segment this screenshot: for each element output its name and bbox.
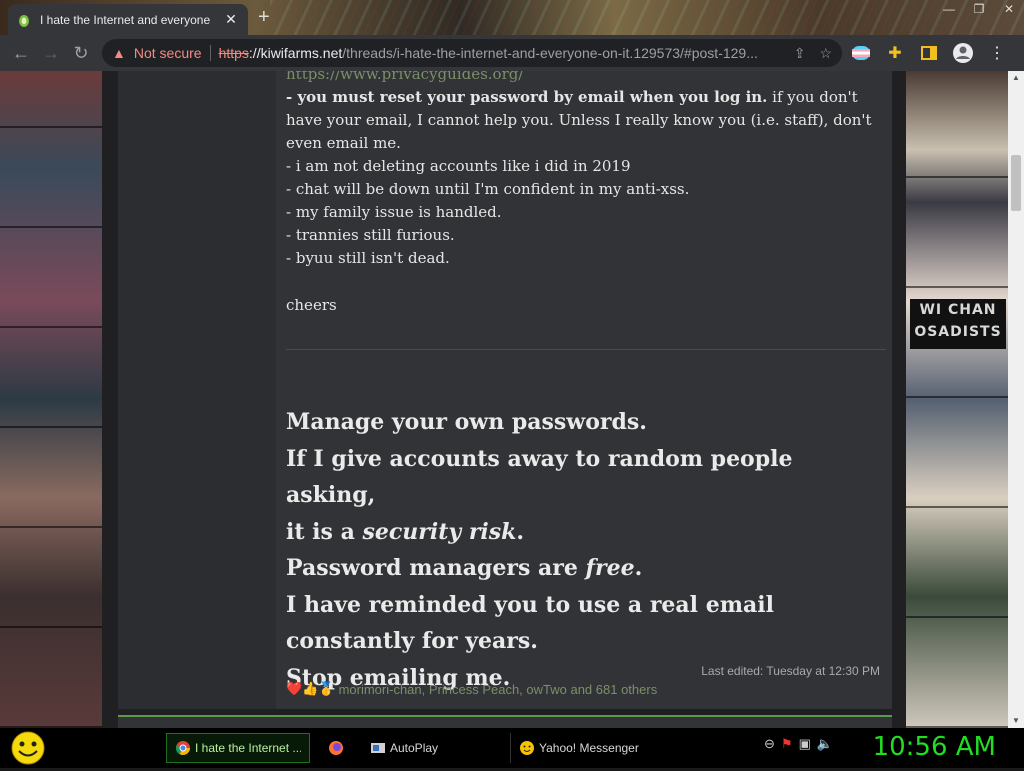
scroll-up-icon[interactable]: ▲ [1008,71,1024,85]
address-bar[interactable]: ▲ Not secure https ://kiwifarms.net /thr… [102,39,842,67]
tray-network-icon[interactable]: ▣ [799,736,811,752]
close-tab-icon[interactable]: ✕ [222,11,240,28]
chrome-icon [175,741,190,755]
big-line: Password managers are free. [286,550,886,587]
big-italic: security risk [362,518,517,545]
banner-line: OSADISTS [914,324,1002,340]
bookmark-star-icon[interactable]: ☆ [819,45,832,62]
taskbar-chrome[interactable]: I hate the Internet ... [166,733,310,763]
url-path: /threads/i-hate-the-internet-and-everyon… [342,45,758,61]
window-close-icon[interactable]: ✕ [994,0,1024,18]
post-body: https://www.privacyguides.org/ - you mus… [286,71,886,709]
reset-paragraph: - you must reset your password by email … [286,86,886,155]
taskbar-chrome-label: I hate the Internet ... [195,741,301,755]
back-icon[interactable]: ← [6,38,36,68]
big-text: Password managers are [286,555,586,581]
taskbar-autoplay[interactable]: AutoPlay [362,733,504,763]
omnibox-actions: ⇪ ☆ [794,45,832,62]
bullet-line: - my family issue is handled. [286,203,502,221]
security-label[interactable]: Not secure [134,45,202,61]
menu-kebab-icon[interactable]: ⋮ [982,38,1012,68]
profile-avatar-icon[interactable] [948,38,978,68]
reload-icon[interactable]: ↻ [66,38,96,68]
signoff: cheers [286,296,337,314]
bullet-line: - byuu still isn't dead. [286,249,450,267]
big-line: I have reminded you to use a real email [286,591,774,618]
reaction-icons: ❤️👍🥇 [286,681,335,696]
next-post [118,715,892,728]
reset-bold: - you must reset your password by email … [286,88,768,106]
warning-icon[interactable]: ▲ [112,45,126,61]
system-tray: ⊖ ⚑ ▣ 🔈 [764,736,833,752]
background-banner-text: WI CHAN OSADISTS [910,299,1006,349]
scroll-thumb[interactable] [1011,155,1021,211]
big-line: it is a security risk. [286,514,886,551]
window-controls: — ❐ ✕ [934,0,1024,18]
tray-flag-icon[interactable]: ⚑ [781,736,793,752]
share-icon[interactable]: ⇪ [794,45,806,62]
last-edited: Last edited: Tuesday at 12:30 PM [701,664,880,678]
page-scrollbar[interactable]: ▲ ▼ [1008,71,1024,728]
taskbar-clock[interactable]: 10:56 AM [873,732,996,762]
url-scheme: https [218,45,249,61]
big-line: If I give accounts away to random people… [286,445,793,509]
banner-line: WI CHAN [919,302,997,318]
autoplay-icon [371,743,385,753]
theme-background [270,0,1024,35]
kiwifarms-favicon [19,14,29,27]
browser-tab[interactable]: I hate the Internet and everyone ✕ [8,4,248,35]
yahoo-messenger-icon [520,741,534,755]
post-user-column [118,71,276,709]
forum-post: https://www.privacyguides.org/ - you mus… [118,71,892,709]
main-content: https://www.privacyguides.org/ - you mus… [102,71,906,728]
url-host: ://kiwifarms.net [248,45,343,61]
post-divider [286,349,886,350]
big-line: Manage your own passwords. [286,409,647,435]
taskbar: I hate the Internet ... AutoPlay Yahoo! … [0,728,1024,768]
scroll-down-icon[interactable]: ▼ [1008,714,1024,728]
bullet-line: - trannies still furious. [286,226,455,244]
new-tab-button[interactable]: + [258,6,270,29]
big-line: constantly for years. [286,628,538,654]
forward-icon[interactable]: → [36,38,66,68]
trans-flag-extension-icon[interactable] [846,38,876,68]
big-italic: free [585,555,635,581]
maximize-icon[interactable]: ❐ [964,0,994,18]
firefox-icon [329,741,343,755]
tray-volume-icon[interactable]: 🔈 [817,736,833,752]
browser-toolbar: ← → ↻ ▲ Not secure https ://kiwifarms.ne… [0,35,1024,71]
taskbar-yahoo-label: Yahoo! Messenger [539,741,639,755]
tab-title: I hate the Internet and everyone [40,12,211,27]
side-panel-icon[interactable] [914,38,944,68]
large-message: Manage your own passwords. If I give acc… [286,404,886,696]
taskbar-autoplay-label: AutoPlay [390,741,439,755]
divider [209,45,211,61]
big-text: . [634,555,643,581]
extensions-puzzle-icon[interactable]: ✚ [880,38,910,68]
taskbar-yahoo[interactable]: Yahoo! Messenger [510,733,648,763]
reactions-list[interactable]: morimori-chan, Princess Peach, owTwo and… [339,682,658,697]
reactions-bar[interactable]: ❤️👍🥇 morimori-chan, Princess Peach, owTw… [286,681,657,697]
left-background-art [0,71,102,728]
minimize-icon[interactable]: — [934,0,964,18]
tray-minus-icon[interactable]: ⊖ [764,736,775,752]
start-smiley-icon[interactable] [8,730,48,766]
bullet-line: - i am not deleting accounts like i did … [286,157,631,175]
big-text: it is a [286,518,363,545]
privacy-guides-link[interactable]: https://www.privacyguides.org/ [286,71,886,86]
right-background-art: WI CHAN OSADISTS [906,71,1008,728]
tab-strip: I hate the Internet and everyone ✕ + — ❐… [0,0,1024,35]
taskbar-firefox[interactable] [320,733,352,763]
big-text: . [516,518,525,545]
web-page: WI CHAN OSADISTS https://www.privacyguide… [0,71,1008,728]
bullet-line: - chat will be down until I'm confident … [286,180,690,198]
